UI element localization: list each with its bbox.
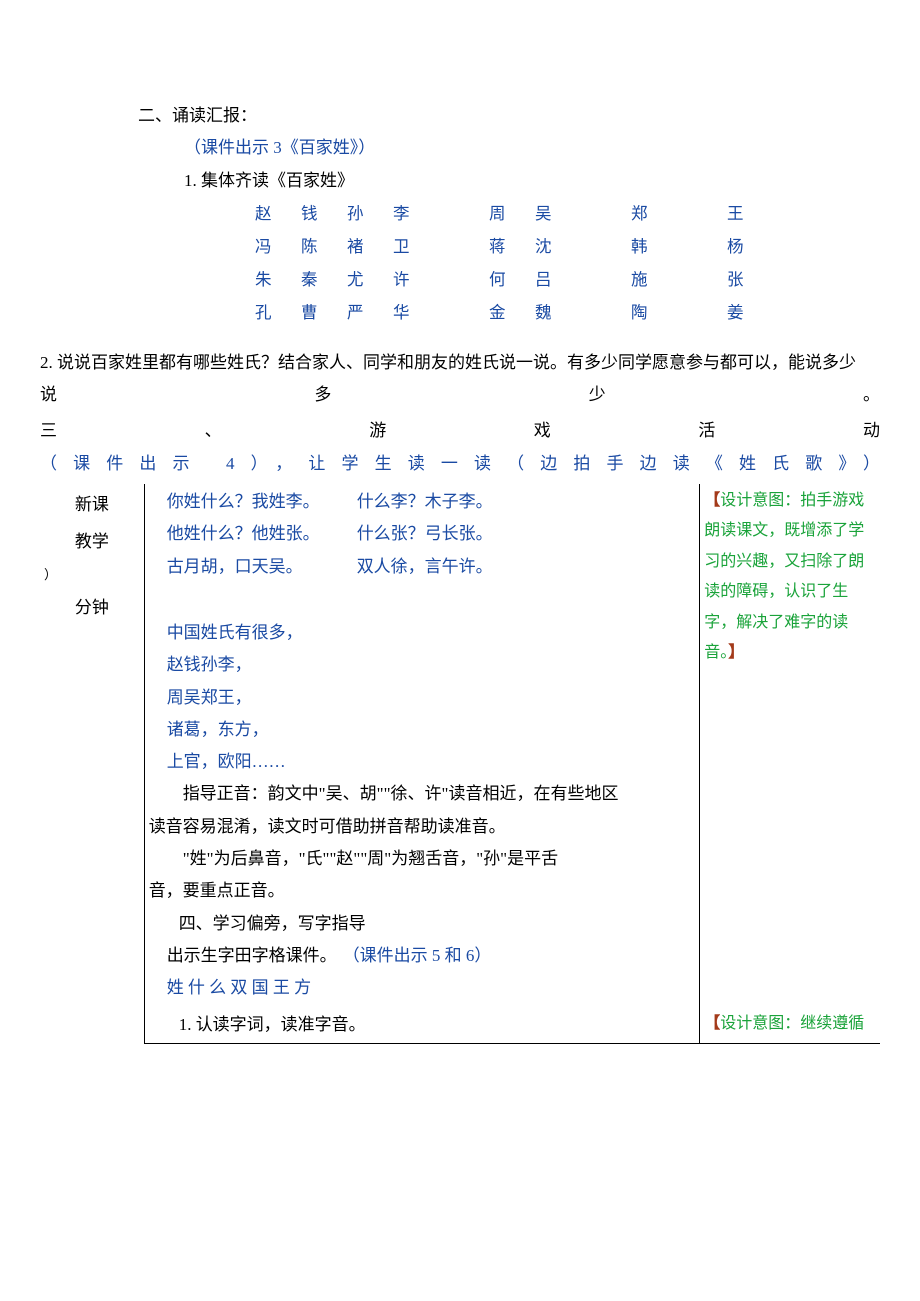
surname-cell: 曹 [301,296,347,329]
bracket-open-icon: 【 [704,1015,720,1032]
verse-a: 你姓什么？我姓李。 [167,486,357,518]
left-label-1: 新课 [44,486,140,523]
surname-cell: 李 [393,197,439,230]
pronunciation-p4: 音，要重点正音。 [149,875,696,907]
surname-cell: 陶 [631,296,677,329]
courseware-note-3: （课件出示 3《百家姓》） [184,132,880,164]
surname-cell: 吴 [535,197,581,230]
section-4-line2: 1. 认读字词，读准字音。 [179,1009,696,1041]
design-note-bottom: 【设计意图：继续遵循 [704,1009,876,1039]
surname-cell: 金 [489,296,535,329]
section-2-item-2: 2. 说说百家姓里都有哪些姓氏？结合家人、同学和朋友的姓氏说一说。有多少同学愿意… [40,347,880,379]
verse-line: 古月胡，口天吴。 双人徐，言午许。 [149,551,696,583]
section-2-item-1: 1. 集体齐读《百家姓》 [184,165,880,197]
pronunciation-p3: "姓"为后鼻音，"氏""赵""周"为翘舌音，"孙"是平舌 [149,843,696,875]
verse-a: 古月胡，口天吴。 [167,551,357,583]
surname-cell: 钱 [301,197,347,230]
section-2-item-2-tail: 说多少。 [40,379,880,411]
surname-cell: 赵 [255,197,301,230]
surname-cell: 卫 [393,230,439,263]
surname-cell: 何 [489,263,535,296]
verse-b: 什么张？弓长张。 [357,518,493,550]
surname-cell: 郑 [631,197,677,230]
surname-cell: 华 [393,296,439,329]
verse-b: 双人徐，言午许。 [357,551,493,583]
surname-cell: 王 [727,197,773,230]
design-note-bottom-text: 设计意图：继续遵循 [720,1015,864,1032]
surname-cell: 蒋 [489,230,535,263]
verse-bottom: 周吴郑王， [167,682,696,714]
design-note-top: 【设计意图：拍手游戏朗读课文，既增添了学习的兴趣，又扫除了朗读的障碍，认识了生字… [704,486,876,668]
surname-cell: 张 [727,263,773,296]
surname-cell: 许 [393,263,439,296]
verse-bottom: 上官，欧阳…… [167,746,696,778]
design-note-top-text: 设计意图：拍手游戏朗读课文，既增添了学习的兴趣，又扫除了朗读的障碍，认识了生字，… [704,492,864,661]
verse-bottom: 诸葛，东方， [167,714,696,746]
surname-table-row: 赵 钱 孙 李 周 吴 郑 王 [255,197,880,230]
pronunciation-p2: 读音容易混淆，读文时可借助拼音帮助读准音。 [149,811,696,843]
lesson-table: 新课 教学 ） 分钟 你姓什么？我姓李。 什么李？木子李。 他姓什么？他姓张。 … [40,484,880,1044]
surname-cell: 韩 [631,230,677,263]
verse-line: 你姓什么？我姓李。 什么李？木子李。 [149,486,696,518]
surname-cell: 陈 [301,230,347,263]
section-4-title: 四、学习偏旁，写字指导 [179,908,696,940]
surname-table-row: 冯 陈 褚 卫 蒋 沈 韩 杨 [255,230,880,263]
bracket-open-icon: 【 [704,492,720,509]
surname-table-row: 朱 秦 尤 许 何 吕 施 张 [255,263,880,296]
target-chars: 姓 什 么 双 国 王 方 [167,972,696,1004]
surname-cell: 严 [347,296,393,329]
left-label-4: 分钟 [44,589,140,626]
surname-cell: 冯 [255,230,301,263]
verse-b: 什么李？木子李。 [357,486,493,518]
surname-cell: 沈 [535,230,581,263]
surname-cell: 孔 [255,296,301,329]
surname-table-row: 孔 曹 严 华 金 魏 陶 姜 [255,296,880,329]
surname-cell: 朱 [255,263,301,296]
pronunciation-p1: 指导正音：韵文中"吴、胡""徐、许"读音相近，在有些地区 [149,778,696,810]
verse-bottom: 中国姓氏有很多， [167,617,696,649]
bracket-close-icon: 】 [728,644,744,661]
surname-cell: 褚 [347,230,393,263]
surname-cell: 孙 [347,197,393,230]
verse-a: 他姓什么？他姓张。 [167,518,357,550]
verse-line: 他姓什么？他姓张。 什么张？弓长张。 [149,518,696,550]
surname-cell: 魏 [535,296,581,329]
surname-cell: 周 [489,197,535,230]
verse-bottom: 赵钱孙李， [167,649,696,681]
surname-cell: 姜 [727,296,773,329]
courseware-note-5-6: （课件出示 5 和 6） [343,940,492,972]
surname-cell: 施 [631,263,677,296]
left-label-2: 教学 [44,523,140,560]
surname-cell: 吕 [535,263,581,296]
section-4-line1a: 出示生字田字格课件。 [167,940,337,972]
section-3-title: 三、游戏活动 [40,415,880,447]
section-2-title: 二、诵读汇报： [138,100,880,132]
left-label-3: ） [44,561,140,590]
surname-cell: 尤 [347,263,393,296]
surname-cell: 杨 [727,230,773,263]
courseware-note-4: （课件出示 4），让学生读一读（边拍手边读《姓氏歌》） [40,448,880,480]
surname-cell: 秦 [301,263,347,296]
